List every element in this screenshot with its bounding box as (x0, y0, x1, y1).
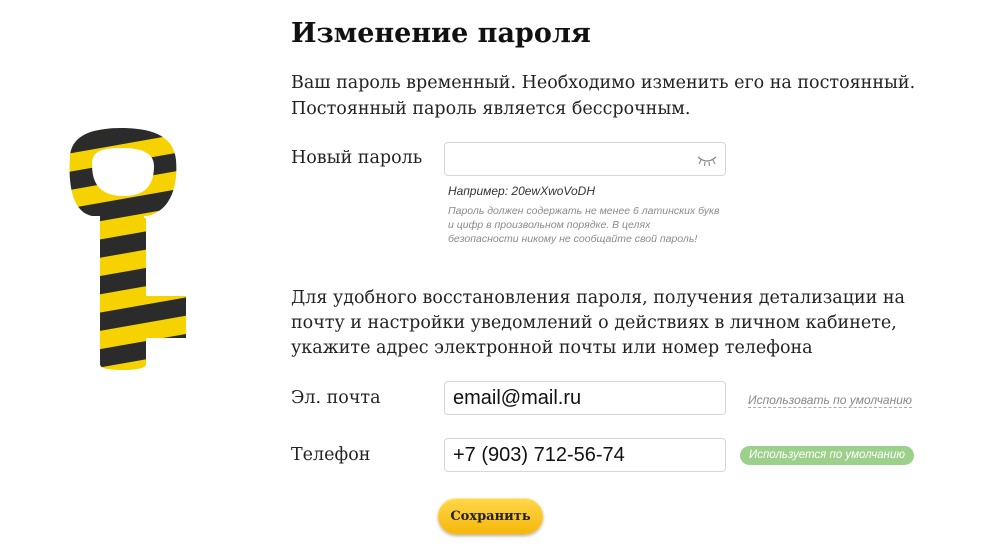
email-input[interactable] (445, 382, 725, 414)
key-illustration (69, 128, 186, 370)
phone-input[interactable] (445, 439, 725, 471)
new-password-field[interactable] (444, 142, 726, 176)
use-default-email-link[interactable]: Использовать по умолчанию (748, 393, 912, 408)
default-status-badge: Используется по умолчанию (740, 446, 915, 465)
password-hint: Пароль должен содержать не менее 6 латин… (448, 205, 720, 245)
phone-field[interactable] (444, 438, 726, 472)
email-field[interactable] (444, 381, 726, 415)
phone-label: Телефон (291, 445, 371, 465)
intro-text: Ваш пароль временный. Необходимо изменит… (291, 73, 916, 119)
page-title: Изменение пароля (291, 18, 591, 49)
new-password-label: Новый пароль (291, 148, 423, 168)
email-label: Эл. почта (291, 388, 381, 408)
save-button[interactable]: Сохранить (438, 498, 543, 534)
new-password-input[interactable] (445, 143, 725, 175)
closed-eye-icon[interactable] (697, 154, 717, 166)
recovery-text: Для удобного восстановления пароля, полу… (291, 288, 905, 358)
password-example: Например: 20ewXwoVoDH (448, 184, 595, 198)
